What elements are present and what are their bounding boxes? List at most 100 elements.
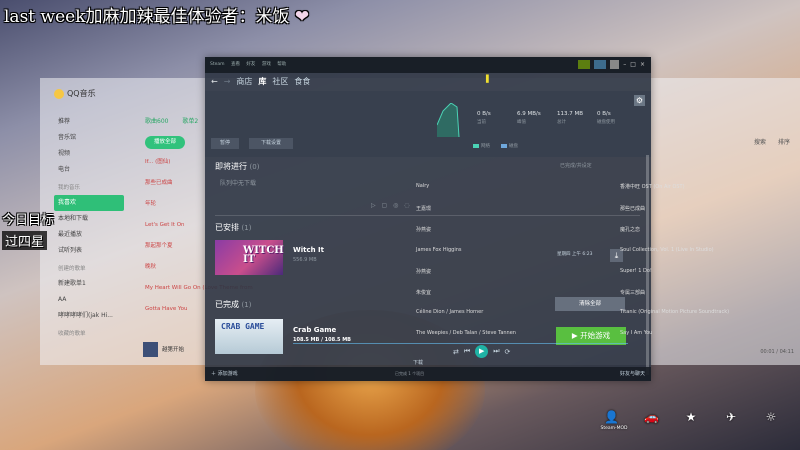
menu-steam[interactable]: Steam xyxy=(210,62,225,67)
qq-now-playing: 越第开始 xyxy=(162,347,185,353)
qq-playlist-aa[interactable]: AA xyxy=(54,292,124,308)
nav-store[interactable]: 商店 xyxy=(236,76,252,87)
cursor-icon: ▌ xyxy=(486,75,492,83)
scheduled-title: 已安排 (1) xyxy=(215,223,252,232)
queue-empty-text: 队列中无下载 xyxy=(220,180,257,187)
qq-nav-recommend[interactable]: 推荐 xyxy=(54,114,124,130)
qq-tabs: 歌曲600 歌单2 xyxy=(145,116,210,125)
back-arrow-icon[interactable]: ← xyxy=(211,77,218,86)
song-album: 那些已成曲 xyxy=(620,206,646,212)
stream-title: last week加麻加辣最佳体验者：米饭 ❤ xyxy=(4,7,310,27)
song-album: 魔孔之恋 xyxy=(620,227,641,233)
play-icon[interactable]: ▶ xyxy=(475,345,489,358)
crab-game-title[interactable]: Crab Game xyxy=(293,326,336,334)
avatar[interactable] xyxy=(610,60,620,69)
witch-it-image[interactable]: WITCH IT xyxy=(215,240,284,275)
broadcast-icon[interactable] xyxy=(594,60,607,69)
qq-right-actions: 搜索 排序 xyxy=(744,137,790,146)
qq-player: 越第开始 xyxy=(143,342,184,357)
qq-search-button[interactable]: 搜索 xyxy=(754,139,766,146)
qq-play-all-button[interactable]: 播放全部 xyxy=(145,136,185,149)
song-artist: James Fox Higgins xyxy=(416,247,462,253)
qq-nav-music-hall[interactable]: 音乐馆 xyxy=(54,130,124,146)
next-icon[interactable]: ⏭ xyxy=(493,347,499,356)
witch-it-title[interactable]: Witch It xyxy=(293,246,324,254)
qq-nav-head-created: 创建的歌单 xyxy=(58,266,86,272)
legend-disk: 磁盘 xyxy=(501,143,518,149)
menu-help[interactable]: 帮助 xyxy=(277,62,286,67)
qq-nav-local[interactable]: 本地和下载 xyxy=(54,211,124,227)
download-status[interactable]: 下载 xyxy=(413,359,423,366)
menu-friends[interactable]: 好友 xyxy=(246,62,255,67)
qq-logo: QQ音乐 xyxy=(54,88,96,99)
download-settings-button[interactable]: 下载设置 xyxy=(249,138,293,149)
stat-disk: 0 B/s 磁盘使用 xyxy=(597,111,615,125)
bandwidth-graph xyxy=(437,103,460,137)
star-icon[interactable]: ★ xyxy=(684,410,698,424)
download-progress xyxy=(293,343,628,344)
qq-nav-video[interactable]: 视频 xyxy=(54,146,124,162)
sun-icon[interactable]: ☼ xyxy=(764,410,778,424)
qq-playlist-3[interactable]: 哮哮哮哮们(jak Hi... xyxy=(54,308,124,324)
song-album: 专属三部曲 xyxy=(620,290,646,296)
song-album: Say I Am You xyxy=(620,330,653,336)
maximize-icon[interactable]: □ xyxy=(630,61,636,68)
qq-nav-head-mine: 我的音乐 xyxy=(58,185,81,191)
qq-nav-recent[interactable]: 最近播放 xyxy=(54,227,124,243)
menu-games[interactable]: 游戏 xyxy=(262,62,271,67)
clear-all-button[interactable]: 清除全部 xyxy=(555,297,625,311)
song-artist: 孙燕姿 xyxy=(416,269,432,275)
steam-bottom-bar: ＋ 添加游戏 下载 已完成 1 个项目 好友与聊天 xyxy=(205,360,651,381)
completed-title: 已完成 (1) xyxy=(215,300,252,309)
prev-icon[interactable]: ⏮ xyxy=(464,347,470,356)
column-header: 已完成/共设定 xyxy=(560,163,592,169)
scheduled-time: 星期四 上午 6:23 xyxy=(557,252,593,257)
nav-library[interactable]: 库 xyxy=(258,76,266,87)
witch-it-size: 556.9 MB xyxy=(293,257,317,263)
rank-tag: 过四星 xyxy=(2,231,48,250)
add-game-button[interactable]: ＋ 添加游戏 xyxy=(211,370,238,377)
qq-playlist-1[interactable]: 新建歌单1 xyxy=(54,276,124,292)
qq-tab-songs[interactable]: 歌曲600 xyxy=(145,118,168,125)
desktop-icon-label: Steam-MOD xyxy=(600,426,628,431)
stat-current: 0 B/s 当前 xyxy=(477,111,491,125)
heart-icon: ❤ xyxy=(294,7,310,27)
qq-sort-button[interactable]: 排序 xyxy=(778,139,790,146)
forward-arrow-icon[interactable]: → xyxy=(224,77,231,86)
qq-nav-radio[interactable]: 电台 xyxy=(54,162,124,178)
queue-title: 即将进行 (0) xyxy=(215,162,260,171)
repeat-icon[interactable]: ⟳ xyxy=(505,348,511,356)
shuffle-icon[interactable]: ⇄ xyxy=(453,348,459,356)
person-icon[interactable]: 👤 xyxy=(604,410,619,424)
qq-nav-head-collected: 收藏的歌单 xyxy=(58,331,86,337)
qq-nav-trial[interactable]: 试听列表 xyxy=(54,243,124,259)
qq-time: 00:01 / 04:11 xyxy=(760,349,794,355)
qq-nav: 推荐 音乐馆 视频 电台 我的音乐 我喜欢 本地和下载 最近播放 试听列表 创建… xyxy=(54,114,124,341)
nav-community[interactable]: 社区 xyxy=(272,76,288,87)
qq-nav-liked[interactable]: 我喜欢 xyxy=(54,195,124,211)
desktop-icons: 👤 🚗 ★ ✈ ☼ xyxy=(604,410,778,424)
qq-tab-playlists[interactable]: 歌单2 xyxy=(182,118,198,125)
nav-profile[interactable]: 食食 xyxy=(294,76,310,87)
steam-nav: ← → 商店 库 社区 食食 xyxy=(211,74,310,88)
song-artist: 朱俊宜 xyxy=(416,290,432,296)
song-album: 香港中旺 OST (On Air OST) xyxy=(620,184,685,190)
crab-game-image[interactable]: CRAB GAME xyxy=(215,319,283,354)
pause-button[interactable]: 暂停 xyxy=(211,138,239,149)
stat-total: 113.7 MB 总计 xyxy=(557,111,584,125)
notification-icon[interactable] xyxy=(578,60,591,69)
friends-chat-button[interactable]: 好友与聊天 xyxy=(620,370,645,377)
song-album: Super! 1 Do! xyxy=(620,268,652,274)
steam-titlebar: Steam 查看 好友 游戏 帮助 – □ × xyxy=(205,57,651,73)
minimize-icon[interactable]: – xyxy=(623,61,626,68)
song-artist: 孙燕姿 xyxy=(416,227,432,233)
gear-icon[interactable]: ⚙ xyxy=(634,95,645,106)
close-icon[interactable]: × xyxy=(640,61,645,68)
queue-controls: ▷ ▢ ◎ ◌ xyxy=(371,202,412,209)
menu-view[interactable]: 查看 xyxy=(231,62,240,67)
stat-peak: 6.9 MB/s 峰值 xyxy=(517,111,541,125)
steam-menu: Steam 查看 好友 游戏 帮助 xyxy=(210,61,291,67)
plane-icon[interactable]: ✈ xyxy=(724,410,738,424)
car-icon[interactable]: 🚗 xyxy=(644,410,659,424)
song-album: Soul Collection, Vol. 1 (Live In Studio) xyxy=(620,247,714,253)
